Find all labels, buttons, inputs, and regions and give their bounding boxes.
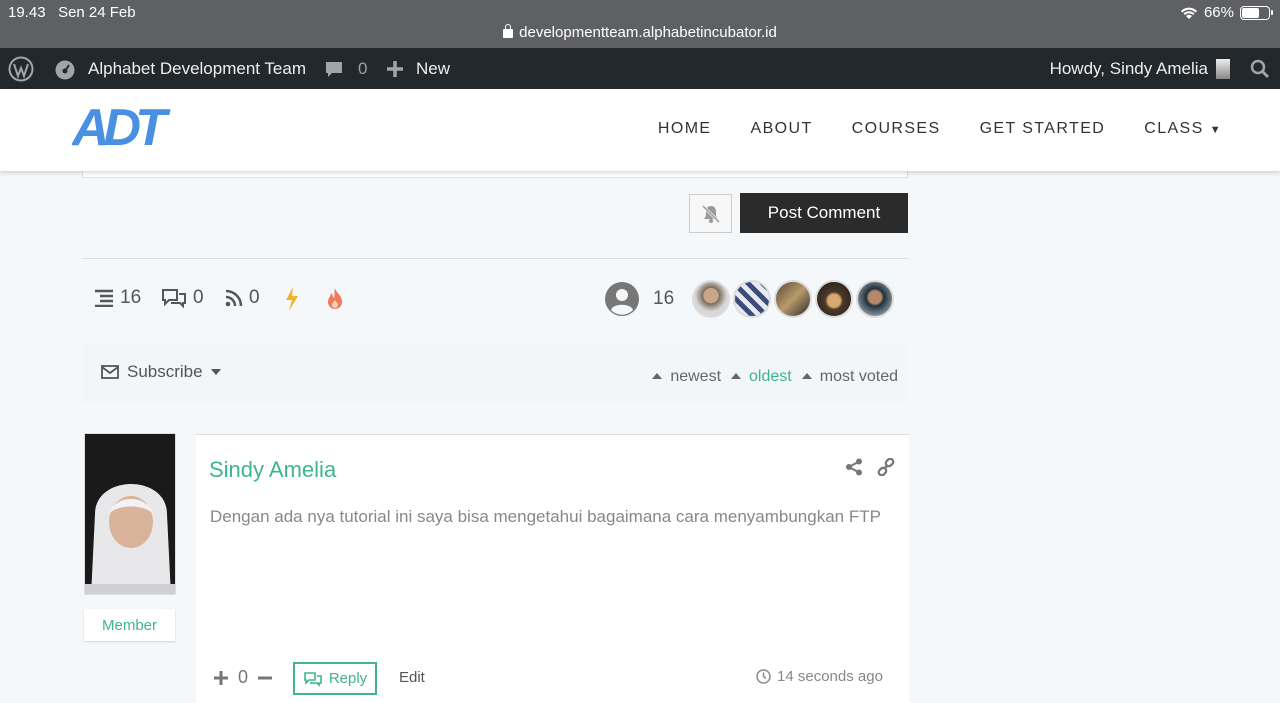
new-label: New (416, 58, 451, 78)
upvote-plus-icon[interactable] (214, 670, 228, 685)
nav-courses[interactable]: COURSES (852, 120, 941, 138)
avatar[interactable] (774, 280, 812, 318)
role-badge: Member (84, 609, 175, 641)
participants-count: 16 (653, 288, 675, 309)
admin-search-icon[interactable] (1250, 48, 1270, 89)
howdy-text: Howdy, Sindy Amelia (1049, 58, 1208, 78)
comment-card: Sindy Amelia Dengan ada nya tutorial ini… (196, 434, 909, 703)
nav-about[interactable]: ABOUT (751, 120, 813, 138)
battery-percent: 66% (1203, 4, 1234, 21)
admin-site-link[interactable]: Alphabet Development Team (54, 48, 306, 89)
nav-class[interactable]: CLASS ▼ (1144, 120, 1222, 138)
comment-bubble-icon (326, 61, 342, 77)
comments-icon (304, 671, 322, 687)
wordpress-logo-icon[interactable] (8, 48, 34, 89)
main-nav: HOME ABOUT COURSES GET STARTED CLASS ▼ (658, 89, 1222, 169)
clock-icon (756, 669, 771, 684)
participant-avatars (692, 280, 894, 318)
vote-count: 0 (238, 667, 249, 687)
site-name: Alphabet Development Team (88, 58, 306, 78)
wifi-icon (1180, 7, 1197, 19)
sort-options: newest oldest most voted (652, 368, 898, 386)
edit-link[interactable]: Edit (399, 669, 425, 686)
replies-count: 0 (193, 287, 204, 308)
sort-newest-label: newest (670, 368, 722, 385)
avatar[interactable] (856, 280, 894, 318)
avatar[interactable] (733, 280, 771, 318)
dashboard-icon (55, 60, 75, 79)
divider (82, 258, 908, 259)
admin-account-link[interactable]: Howdy, Sindy Amelia (1050, 48, 1230, 89)
comment-author-name[interactable]: Sindy Amelia (209, 457, 336, 483)
caret-down-icon: ▼ (1209, 124, 1222, 136)
envelope-icon (101, 365, 119, 379)
sort-newest[interactable]: newest (652, 368, 721, 386)
nav-class-label: CLASS (1144, 120, 1204, 137)
address-bar[interactable]: developmentteam.alphabetincubator.id (0, 24, 1280, 41)
admin-comments-link[interactable]: 0 (324, 48, 367, 89)
comment-text: Dengan ada nya tutorial ini saya bisa me… (210, 507, 881, 526)
nav-get-started[interactable]: GET STARTED (980, 120, 1106, 138)
logo-text: ADT (72, 101, 171, 149)
feeds-stat: 0 (225, 287, 260, 309)
user-circle-icon (605, 282, 639, 316)
list-icon (95, 289, 113, 307)
share-icon[interactable] (845, 458, 863, 476)
threads-stat: 16 (94, 287, 141, 309)
reply-label: Reply (328, 670, 368, 687)
rss-icon (225, 289, 243, 307)
subscribe-label: Subscribe (127, 362, 203, 381)
time-ago-text: 14 seconds ago (777, 668, 883, 685)
comments-count: 0 (358, 58, 368, 78)
nav-home[interactable]: HOME (658, 120, 712, 138)
feeds-count: 0 (249, 287, 260, 308)
admin-avatar (1216, 58, 1230, 79)
sort-most-voted-label: most voted (819, 368, 898, 385)
comments-icon (162, 289, 186, 308)
post-comment-button[interactable]: Post Comment (740, 193, 908, 233)
replies-stat: 0 (161, 287, 204, 309)
wp-admin-bar: Alphabet Development Team 0 New Howdy, S… (0, 48, 1280, 89)
status-bar: 19.43 Sen 24 Feb 66% developmentteam.alp… (0, 0, 1280, 48)
status-time: 19.43 Sen 24 Feb (8, 4, 136, 21)
caret-down-icon (210, 369, 221, 375)
bell-off-icon (701, 204, 720, 223)
triangle-up-icon (731, 373, 742, 379)
admin-new-link[interactable]: New (386, 48, 450, 89)
sort-oldest[interactable]: oldest (731, 368, 792, 386)
fire-icon (328, 288, 342, 309)
url-text: developmentteam.alphabetincubator.id (519, 24, 777, 41)
site-header: ADT HOME ABOUT COURSES GET STARTED CLASS… (0, 89, 1280, 171)
lock-icon (503, 24, 514, 38)
avatar[interactable] (815, 280, 853, 318)
reply-button[interactable]: Reply (293, 662, 377, 695)
triangle-up-icon (801, 373, 812, 379)
site-logo[interactable]: ADT (70, 99, 186, 157)
participants-stat: 16 (605, 282, 674, 316)
notify-toggle-button[interactable] (689, 194, 732, 233)
vote-controls: 0 (214, 667, 273, 688)
comment-tools (845, 458, 895, 476)
comment-author-avatar[interactable] (84, 433, 176, 595)
plus-icon (387, 60, 403, 77)
triangle-up-icon (652, 373, 663, 379)
link-icon[interactable] (877, 458, 895, 476)
avatar[interactable] (692, 280, 730, 318)
bolt-icon (286, 287, 298, 311)
subscribe-dropdown[interactable]: Subscribe (101, 362, 221, 382)
hot-threads-stat[interactable] (284, 287, 300, 311)
comment-timestamp: 14 seconds ago (756, 668, 883, 685)
battery-icon (1240, 5, 1273, 20)
downvote-minus-icon[interactable] (258, 671, 273, 685)
trending-stat[interactable] (324, 287, 346, 311)
sort-oldest-label: oldest (749, 368, 792, 385)
status-right: 66% (1180, 4, 1273, 21)
threads-count: 16 (120, 287, 142, 308)
sort-most-voted[interactable]: most voted (801, 368, 898, 386)
